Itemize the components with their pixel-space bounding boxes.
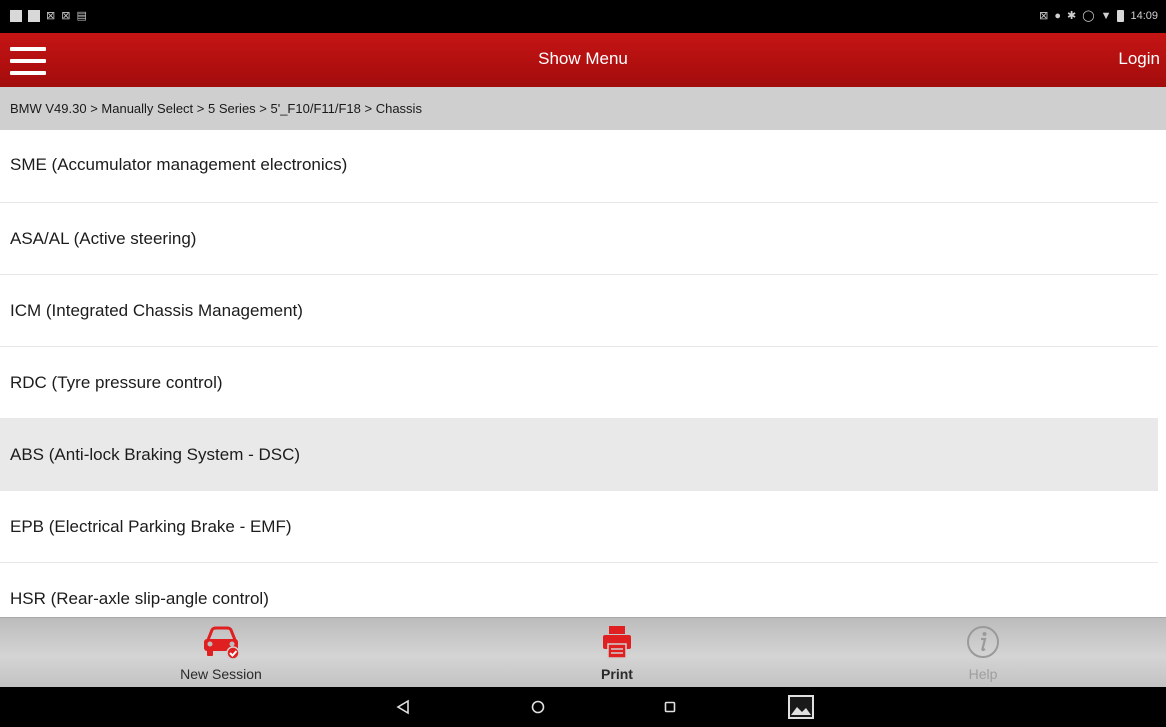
battery-icon — [1117, 9, 1125, 22]
status-right-icons: ⊠ ● ✱ ◯ ▼ 14:09 — [1039, 9, 1158, 22]
keyboard-icon: ▤ — [76, 10, 87, 22]
recent-apps-icon[interactable] — [656, 695, 684, 719]
system-nav-bar — [0, 687, 1166, 727]
new-session-button[interactable]: New Session — [106, 618, 336, 688]
new-session-label: New Session — [180, 666, 262, 682]
print-button[interactable]: Print — [502, 618, 732, 688]
list-item[interactable]: SME (Accumulator management electronics) — [0, 130, 1158, 203]
list-item[interactable]: HSR (Rear-axle slip-angle control) — [0, 563, 1158, 617]
list-item[interactable]: ASA/AL (Active steering) — [0, 203, 1158, 275]
car-check-icon — [204, 626, 240, 660]
bottom-toolbar: New Session Print Help — [0, 617, 1166, 688]
list-item[interactable]: EPB (Electrical Parking Brake - EMF) — [0, 491, 1158, 563]
back-icon[interactable] — [389, 695, 417, 719]
screenshot-icon[interactable] — [786, 693, 816, 721]
help-button[interactable]: Help — [868, 618, 1098, 688]
system-list: SME (Accumulator management electronics)… — [0, 130, 1166, 617]
app-screen: ⊠ ⊠ ▤ ⊠ ● ✱ ◯ ▼ 14:09 Show Menu Login BM… — [0, 0, 1166, 727]
bluetooth-icon: ✱ — [1067, 10, 1077, 22]
sync-icon: ◯ — [1082, 10, 1095, 22]
breadcrumb: BMW V49.30 > Manually Select > 5 Series … — [0, 87, 1166, 130]
status-left-icons: ⊠ ⊠ ▤ — [10, 10, 87, 22]
help-label: Help — [968, 666, 998, 682]
home-icon[interactable] — [524, 695, 552, 719]
list-item[interactable]: RDC (Tyre pressure control) — [0, 347, 1158, 419]
location-icon: ● — [1054, 9, 1062, 22]
printer-icon — [603, 626, 631, 659]
info-icon — [967, 626, 999, 658]
wifi-icon: ▼ — [1100, 9, 1112, 22]
status-bar: ⊠ ⊠ ▤ ⊠ ● ✱ ◯ ▼ 14:09 — [0, 0, 1166, 33]
page-title: Show Menu — [538, 49, 628, 68]
app-header: Show Menu Login — [0, 33, 1166, 87]
mute-icon: ⊠ — [1039, 10, 1049, 22]
status-time: 14:09 — [1130, 9, 1158, 22]
list-item[interactable]: ICM (Integrated Chassis Management) — [0, 275, 1158, 347]
notification-icon — [10, 10, 22, 22]
list-item-selected[interactable]: ABS (Anti-lock Braking System - DSC) — [0, 419, 1158, 491]
print-label: Print — [601, 666, 633, 682]
photo-icon — [28, 10, 40, 22]
sim-icon: ⊠ — [61, 10, 71, 22]
sim-icon: ⊠ — [46, 10, 56, 22]
login-button[interactable]: Login — [1118, 49, 1160, 69]
